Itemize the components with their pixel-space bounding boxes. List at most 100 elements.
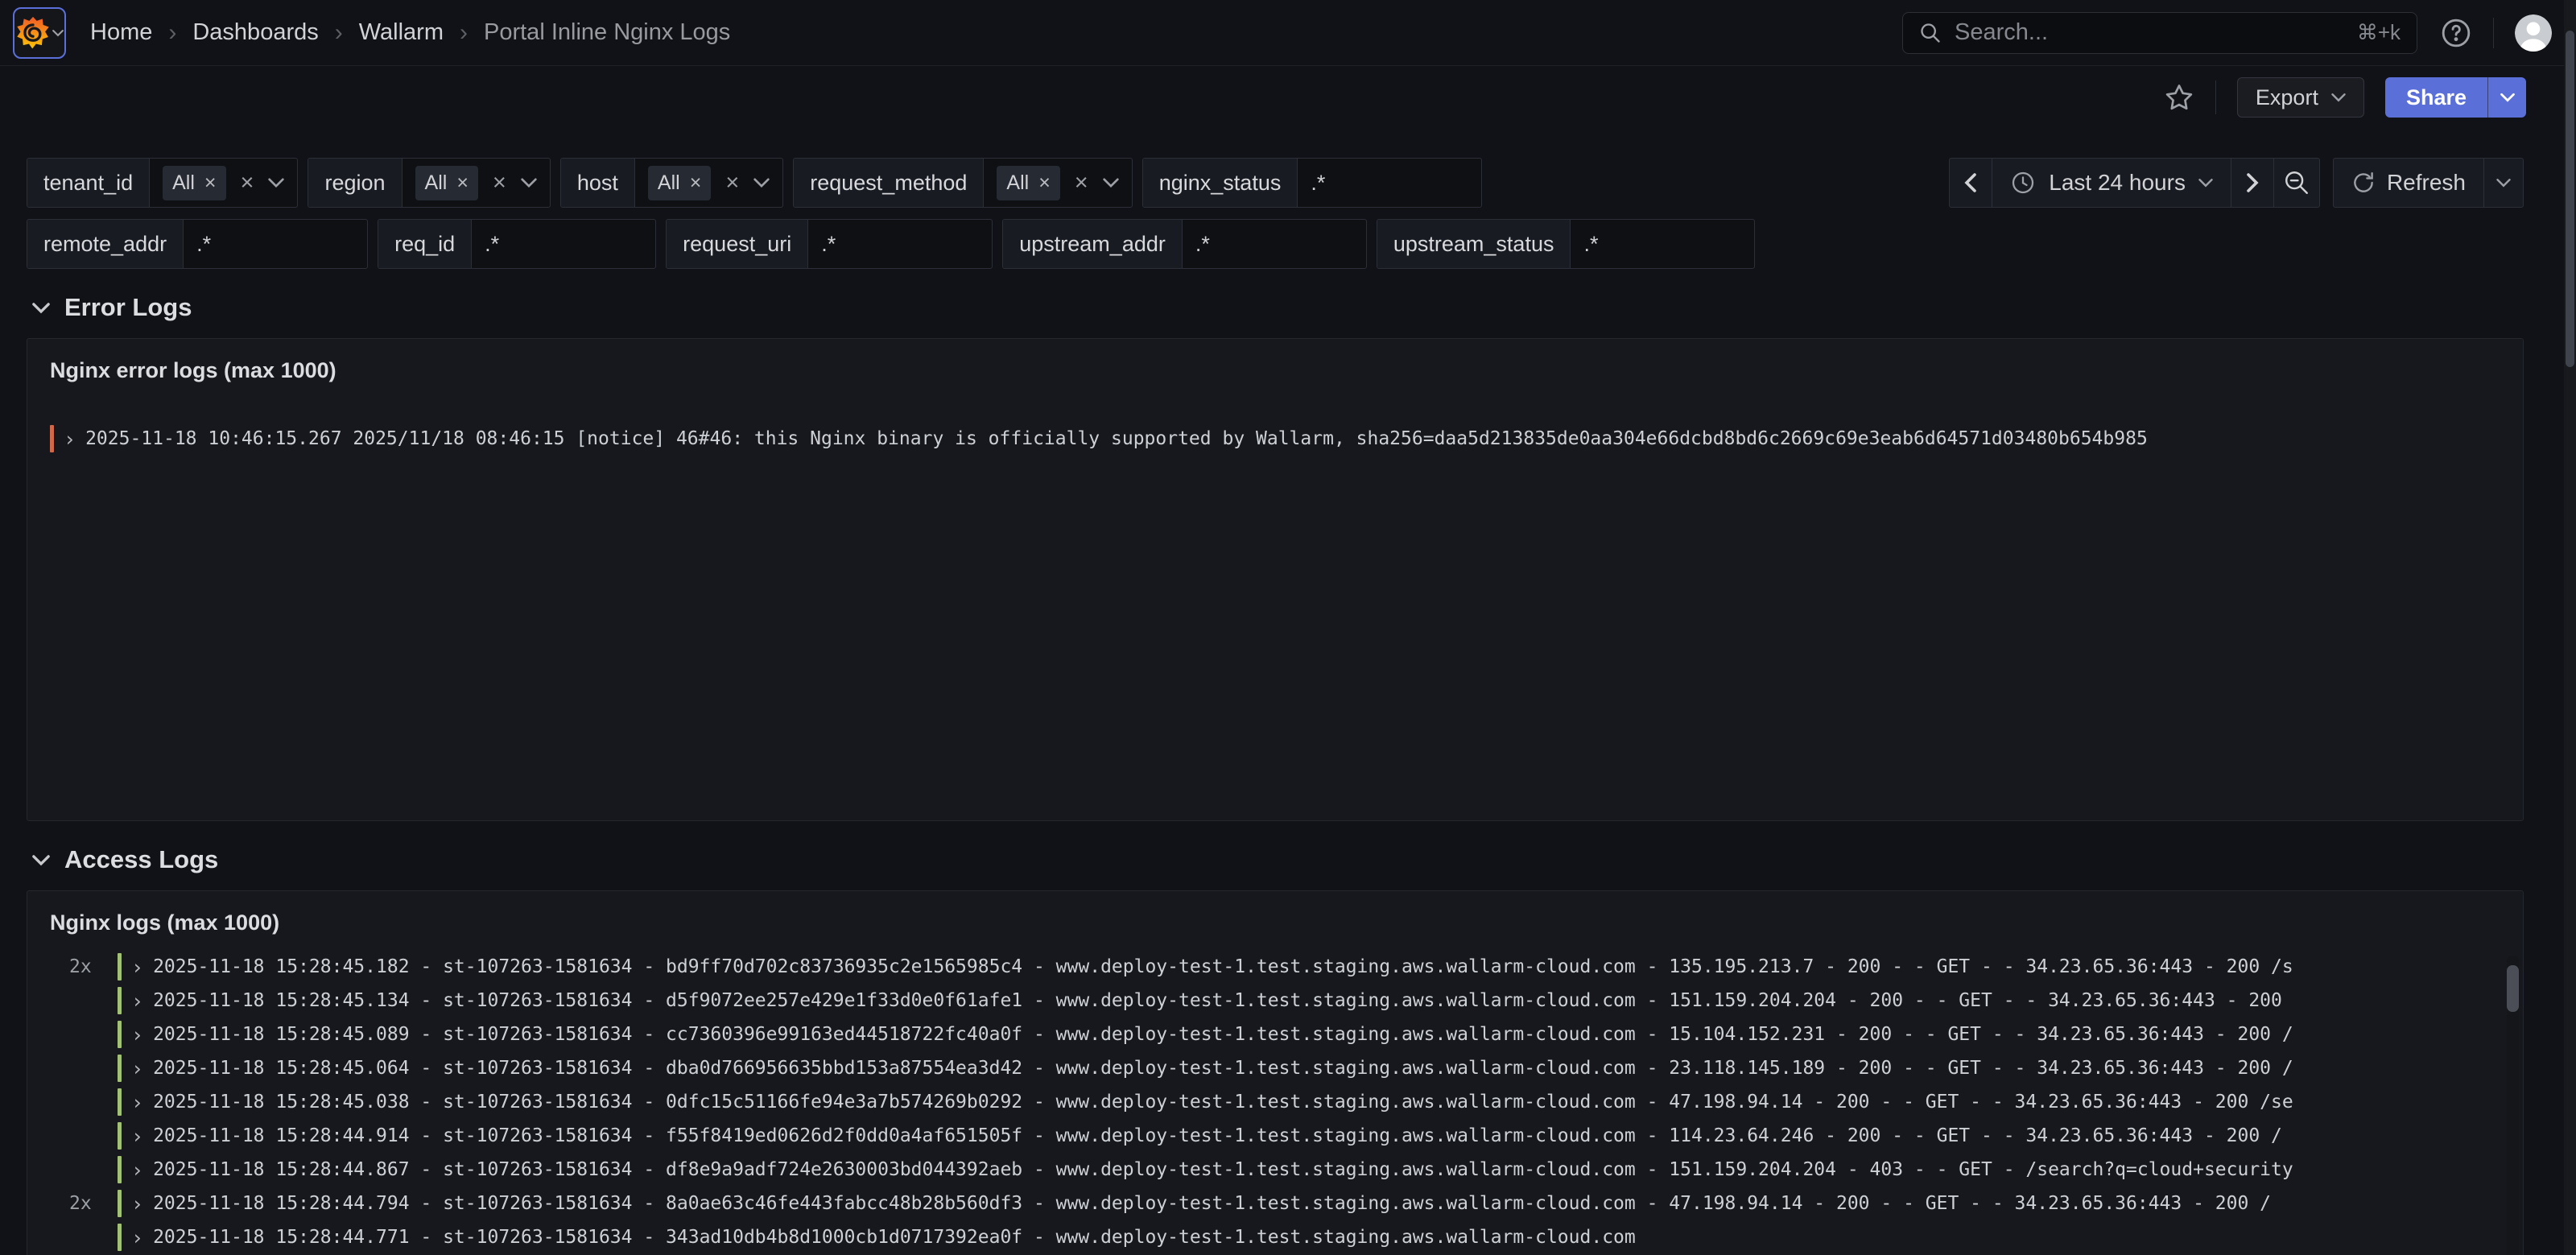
filter-label: tenant_id <box>27 159 150 207</box>
search-shortcut: ⌘+k <box>2357 20 2401 45</box>
time-range-picker[interactable]: Last 24 hours <box>1992 158 2231 208</box>
log-row[interactable]: › 2025-11-18 15:28:45.134 - st-107263-158… <box>27 984 2523 1018</box>
expand-log-icon[interactable]: › <box>131 1158 143 1182</box>
chevron-down-icon <box>2500 93 2515 102</box>
log-line-text: 2025-11-18 15:28:45.182 - st-107263-1581… <box>153 956 2523 977</box>
breadcrumb: Home›Dashboards›Wallarm›Portal Inline Ng… <box>90 19 730 47</box>
filter-text-value: .* <box>1583 232 1598 257</box>
error-log-list: › 2025-11-18 10:46:15.267 2025/11/18 08:4… <box>27 398 2523 456</box>
clear-filter-icon[interactable]: × <box>725 171 739 195</box>
log-row[interactable]: 2x›2025-11-18 15:28:45.182 - st-107263-1… <box>27 950 2523 984</box>
filter-upstream_status: upstream_status.* <box>1377 219 1756 269</box>
selected-value-chip[interactable]: All× <box>997 166 1059 200</box>
filter-host: hostAll×× <box>560 158 783 208</box>
breadcrumb-item[interactable]: Wallarm <box>359 19 444 46</box>
expand-log-icon[interactable]: › <box>131 1091 143 1114</box>
log-line-text: 2025-11-18 15:28:44.867 - st-107263-1581… <box>153 1159 2523 1180</box>
log-row[interactable]: 2x›2025-11-18 15:28:44.794 - st-107263-1… <box>27 1187 2523 1220</box>
filter-text-input[interactable]: .* <box>184 220 367 268</box>
filter-region: regionAll×× <box>308 158 550 208</box>
log-row[interactable]: › 2025-11-18 15:28:45.089 - st-107263-158… <box>27 1018 2523 1051</box>
panel-scrollbar[interactable] <box>2507 956 2519 1255</box>
refresh-button[interactable]: Refresh <box>2333 158 2484 208</box>
log-level-bar <box>118 1224 122 1251</box>
log-row[interactable]: ›2025-11-18 15:28:44.914 - st-107263-158… <box>27 1119 2523 1153</box>
time-shift-back-button[interactable] <box>1949 158 1992 208</box>
expand-log-icon[interactable]: › <box>131 1125 143 1148</box>
log-line-text: 2025-11-18 15:28:45.134 - st-107263-1581… <box>153 990 2523 1011</box>
breadcrumb-item[interactable]: Dashboards <box>192 19 318 46</box>
filter-label: request_method <box>794 159 984 207</box>
filter-text-input[interactable]: .* <box>1571 220 1754 268</box>
breadcrumb-item[interactable]: Home <box>90 19 152 46</box>
breadcrumb-separator: › <box>335 19 343 47</box>
share-button[interactable]: Share <box>2385 77 2487 118</box>
section-access-logs[interactable]: Access Logs <box>32 845 2576 874</box>
filter-text-input[interactable]: .* <box>808 220 992 268</box>
log-level-bar <box>118 1190 122 1217</box>
expand-log-icon[interactable]: › <box>131 956 143 979</box>
panel-scrollbar-thumb[interactable] <box>2507 965 2519 1012</box>
log-row[interactable]: ›2025-11-18 15:28:44.771 - st-107263-158… <box>27 1220 2523 1254</box>
expand-log-icon[interactable]: › <box>64 427 76 451</box>
log-row[interactable]: › 2025-11-18 10:46:15.267 2025/11/18 08:4… <box>27 422 2523 456</box>
chevron-down-icon <box>2198 178 2213 188</box>
star-icon[interactable] <box>2164 82 2194 113</box>
page-scrollbar-thumb[interactable] <box>2566 31 2574 367</box>
log-row[interactable]: ›2025-11-18 15:28:45.038 - st-107263-158… <box>27 1085 2523 1119</box>
help-button[interactable] <box>2440 17 2472 49</box>
chevron-down-icon <box>753 177 770 188</box>
remove-value-icon[interactable]: × <box>456 173 469 193</box>
filter-tenant_id: tenant_idAll×× <box>27 158 298 208</box>
nav-divider <box>2493 18 2494 48</box>
section-error-logs[interactable]: Error Logs <box>32 293 2576 322</box>
filter-value-dropdown[interactable]: All × × <box>635 159 782 207</box>
log-level-bar <box>50 425 54 452</box>
grafana-logo-icon <box>16 16 50 50</box>
refresh-interval-button[interactable] <box>2483 158 2524 208</box>
log-line-text: 2025-11-18 10:46:15.267 2025/11/18 08:46… <box>85 428 2523 449</box>
filter-text-input[interactable]: .* <box>1183 220 1366 268</box>
expand-log-icon[interactable]: › <box>131 1226 143 1249</box>
share-menu-button[interactable] <box>2487 77 2526 118</box>
share-button-group: Share <box>2385 77 2526 118</box>
log-row[interactable]: › 2025-11-18 15:28:44.867 - st-107263-158… <box>27 1153 2523 1187</box>
user-avatar[interactable] <box>2515 14 2552 52</box>
page-scrollbar[interactable] <box>2564 0 2576 1255</box>
search-input[interactable]: Search... ⌘+k <box>1902 12 2417 54</box>
clear-filter-icon[interactable]: × <box>1075 171 1088 195</box>
filter-text-input[interactable]: .* <box>1298 159 1481 207</box>
filter-nginx_status: nginx_status.* <box>1142 158 1483 208</box>
expand-log-icon[interactable]: › <box>131 989 143 1013</box>
grafana-logo-button[interactable] <box>13 7 66 59</box>
zoom-out-time-button[interactable] <box>2273 158 2320 208</box>
time-shift-forward-button[interactable] <box>2231 158 2274 208</box>
expand-log-icon[interactable]: › <box>131 1023 143 1047</box>
log-row[interactable]: ›2025-11-18 15:28:45.064 - st-107263-158… <box>27 1051 2523 1085</box>
expand-log-icon[interactable]: › <box>131 1057 143 1080</box>
log-line-text: 2025-11-18 15:28:45.089 - st-107263-1581… <box>153 1024 2523 1045</box>
filter-value-dropdown[interactable]: All×× <box>150 159 297 207</box>
remove-value-icon[interactable]: × <box>1038 173 1051 193</box>
access-log-list: 2x›2025-11-18 15:28:45.182 - st-107263-1… <box>27 950 2523 1254</box>
chevron-down-icon <box>32 854 50 866</box>
variables-row-2: remote_addr.*req_id.*request_uri.*upstre… <box>27 219 2549 269</box>
selected-value-chip[interactable]: All× <box>415 166 478 200</box>
top-nav: Home›Dashboards›Wallarm›Portal Inline Ng… <box>0 0 2576 66</box>
log-level-bar <box>118 1122 122 1150</box>
selected-value-chip[interactable]: All× <box>163 166 225 200</box>
filter-text-input[interactable]: .* <box>472 220 655 268</box>
filter-text-value: .* <box>1195 232 1210 257</box>
breadcrumb-item: Portal Inline Nginx Logs <box>484 19 730 46</box>
remove-value-icon[interactable]: × <box>204 173 217 193</box>
remove-value-icon[interactable]: × <box>690 173 702 193</box>
filter-value-dropdown[interactable]: All×× <box>402 159 550 207</box>
selected-value: All <box>658 171 680 195</box>
export-button[interactable]: Export <box>2237 77 2364 118</box>
search-icon <box>1919 22 1942 44</box>
clear-filter-icon[interactable]: × <box>493 171 506 195</box>
filter-value-dropdown[interactable]: All×× <box>984 159 1131 207</box>
selected-value-chip[interactable]: All × <box>648 166 711 200</box>
expand-log-icon[interactable]: › <box>131 1192 143 1216</box>
clear-filter-icon[interactable]: × <box>241 171 254 195</box>
